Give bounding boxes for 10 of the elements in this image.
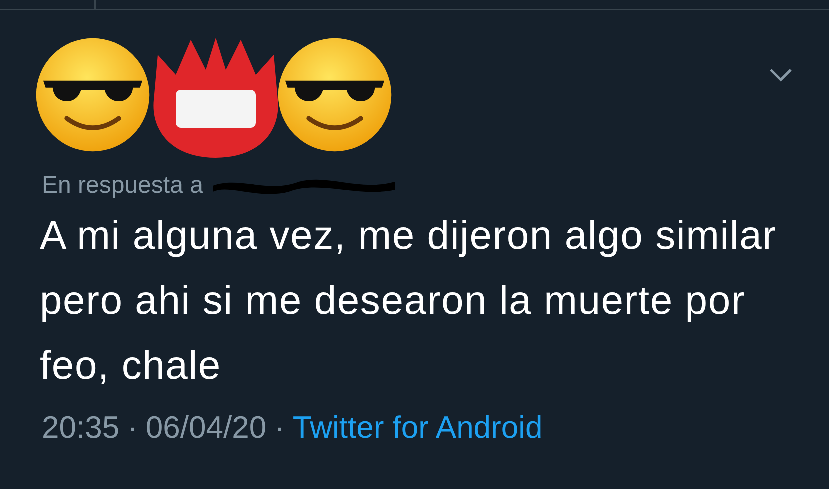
separator-dot: · <box>128 409 138 447</box>
reply-label: En respuesta a <box>42 171 204 201</box>
chevron-down-icon[interactable] <box>769 68 793 82</box>
tweet-time: 20:35 <box>42 409 120 447</box>
source-link[interactable]: Twitter for Android <box>292 405 543 452</box>
tweet-date: 06/04/20 <box>146 409 267 447</box>
sunglasses-face-icon <box>34 36 152 154</box>
separator-dot: · <box>274 409 285 447</box>
tweet-text: A mi alguna vez, me dijeron algo similar pero ahi si me desearon la muerte por feo, chale <box>39 213 778 390</box>
sunglasses-face-icon <box>276 36 394 154</box>
